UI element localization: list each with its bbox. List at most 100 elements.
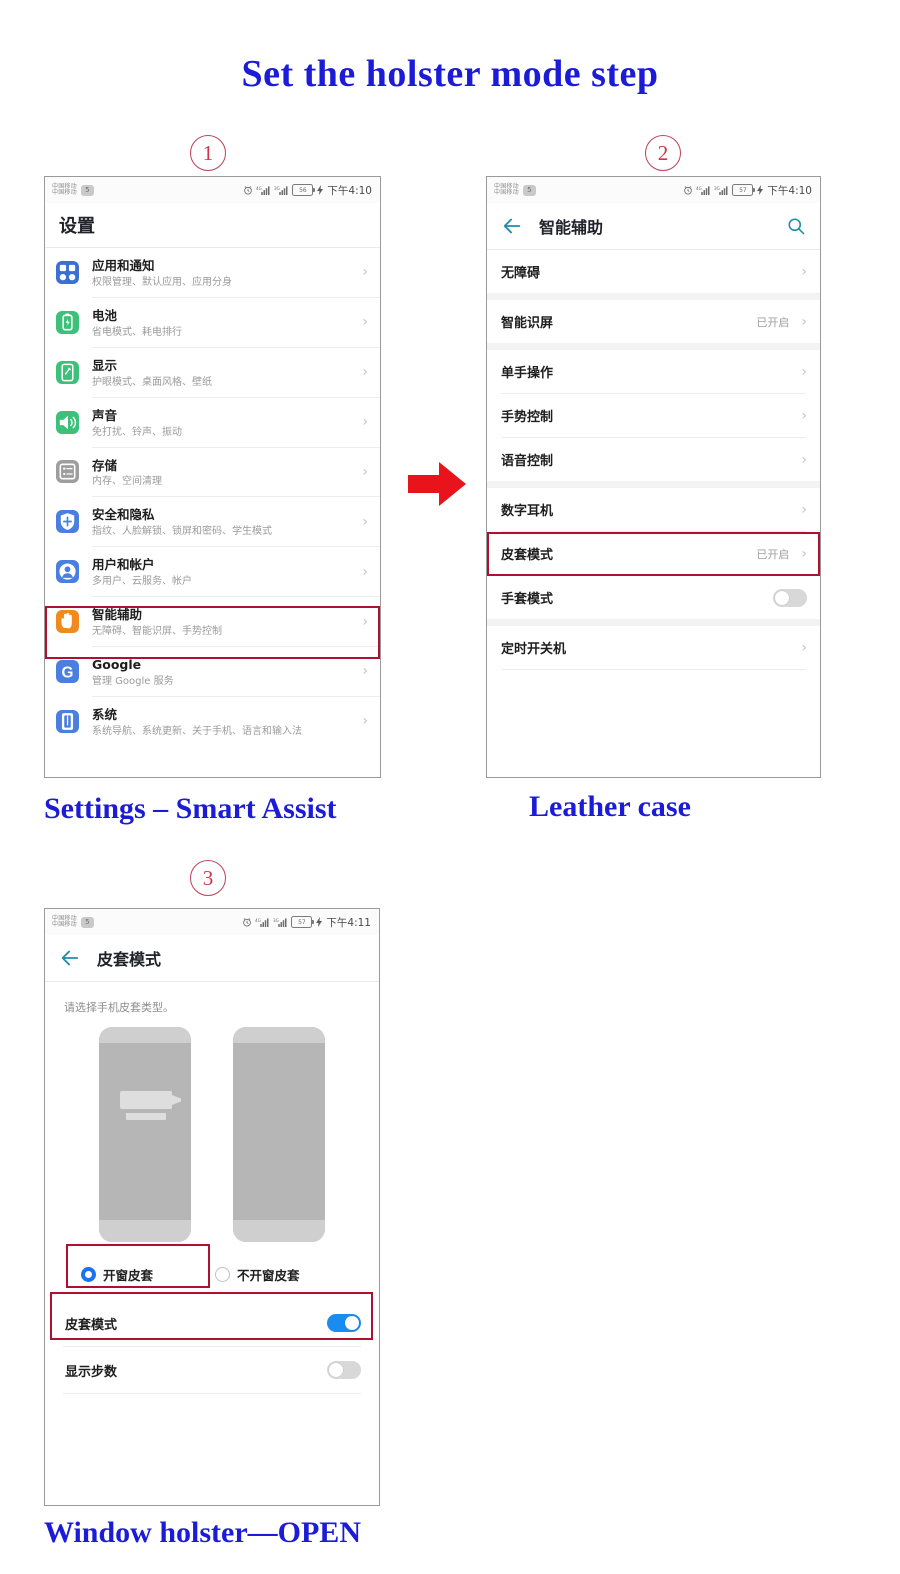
app-bar: 皮套模式 [45,935,379,981]
group-gap [487,619,820,626]
smart-assist-row[interactable]: 定时开关机 › [487,626,820,669]
row-label: 智能识屏 [501,316,554,331]
phone-with-window-illustration[interactable] [99,1027,191,1242]
radio-dot-unselected[interactable] [215,1267,231,1282]
caption-step-2: Leather case [529,790,691,823]
row-label: 单手操作 [501,366,554,381]
chevron-right-icon: › [362,364,368,381]
signal-icon-sim2: 3G [714,185,728,195]
row-value: 已开启 [756,315,790,329]
toggle-show-steps[interactable] [327,1361,361,1379]
mock-bottom-bar [99,1220,191,1242]
smart-assist-list: 无障碍 › 智能识屏 已开启 › 单手操作 › 手势控制 › 语音控制 › 数字耳机 › 皮套模式 已开启 ›… [487,250,820,670]
chevron-right-icon: › [362,563,368,580]
mock-bottom-bar [233,1220,325,1242]
settings-row[interactable]: G Google 管理 Google 服务 › [45,647,380,696]
phone-plain-illustration[interactable] [233,1027,325,1242]
settings-row-subtitle: 管理 Google 服务 [92,675,174,687]
app-title: 设置 [59,216,95,237]
app-title: 皮套模式 [97,950,162,969]
status-bar: 中国移动 中国移动 5 4G 3G 57 下午4:10 [487,177,820,203]
settings-row[interactable]: 安全和隐私 指纹、人脸解锁、锁屏和密码、学生模式 › [45,497,380,546]
settings-row-subtitle: 指纹、人脸解锁、锁屏和密码、学生模式 [92,526,272,538]
alarm-icon [684,186,693,195]
display-icon [61,363,74,382]
sim-badge: 5 [522,184,536,196]
settings-row-title: Google [92,657,142,672]
settings-row[interactable]: 用户和帐户 多用户、云服务、帐户 › [45,547,380,596]
settings-row[interactable]: 声音 免打扰、铃声、振动 › [45,398,380,447]
setting-row-show-steps[interactable]: 显示步数 [45,1347,379,1393]
smart-assist-row[interactable]: 无障碍 › [487,250,820,293]
status-left: 中国移动 中国移动 5 [52,183,94,197]
toggle-knob [775,590,789,605]
smart-assist-row[interactable]: 语音控制 › [487,438,820,481]
settings-row[interactable]: 应用和通知 权限管理、默认应用、应用分身 › [45,248,380,297]
radio-option-no-window-holster[interactable]: 不开窗皮套 [215,1265,300,1284]
status-left: 中国移动 中国移动 5 [494,183,536,197]
phone-screenshot-2: 中国移动 中国移动 5 4G 3G 57 下午4:10 智能辅助 无障碍 › 智能识… [486,176,821,778]
settings-row[interactable]: 存储 内存、空间清理 › [45,448,380,497]
carrier-labels: 中国移动 中国移动 [52,183,77,197]
svg-text:3G: 3G [274,185,280,190]
phone-screenshot-3: 中国移动 中国移动 5 4G 3G 57 下午4:11 皮套模式 请选择手机皮套… [44,908,380,1506]
window-sub-shape [126,1113,166,1120]
row-label: 皮套模式 [501,548,554,563]
app-bar: 设置 [45,203,380,247]
search-icon[interactable] [786,216,806,236]
svg-text:4G: 4G [256,185,262,190]
settings-row-title: 显示 [92,357,118,373]
settings-row-subtitle: 省电模式、耗电排行 [92,326,182,338]
status-right: 4G 3G 56 下午4:10 [243,183,372,198]
signal-icon-sim1: 4G [256,185,270,195]
toggle-holster-mode[interactable] [327,1314,361,1332]
settings-row-title: 系统 [92,706,118,722]
status-left: 中国移动 中国移动 5 [52,915,94,929]
smart-assist-row[interactable]: 数字耳机 › [487,488,820,531]
system-icon [56,709,79,733]
svg-text:4G: 4G [696,185,702,190]
chevron-right-icon: › [362,314,368,331]
step-marker-1: 1 [190,135,226,171]
radio-option-window-holster[interactable]: 开窗皮套 [81,1265,153,1284]
toggle-glove-mode[interactable] [773,588,807,607]
setting-row-holster-mode[interactable]: 皮套模式 [45,1300,379,1346]
settings-row-text: 安全和隐私 指纹、人脸解锁、锁屏和密码、学生模式 [92,504,356,539]
alarm-icon [243,918,252,927]
google-icon: G [56,659,79,683]
toggle-knob [345,1316,359,1330]
google-icon: G [62,664,74,681]
row-label: 手套模式 [501,592,554,607]
back-arrow-icon[interactable] [59,947,81,969]
carrier-2: 中国移动 [52,189,77,196]
storage-icon [56,460,79,484]
row-label: 数字耳机 [501,504,554,519]
hand-icon [56,610,79,634]
settings-row-subtitle: 护眼模式、桌面风格、壁纸 [92,376,212,388]
chevron-right-icon: › [362,463,368,480]
smart-assist-row[interactable]: 智能识屏 已开启 › [487,300,820,343]
settings-row[interactable]: 系统 系统导航、系统更新、关于手机、语言和输入法 › [45,697,380,746]
settings-row[interactable]: 显示护眼模式、桌面风格、壁纸 › [45,348,380,397]
carrier-2: 中国移动 [494,189,519,196]
storage-icon [59,463,76,480]
settings-row-text: 显示护眼模式、桌面风格、壁纸 [92,355,356,390]
settings-row-text: 应用和通知 权限管理、默认应用、应用分身 [92,255,356,290]
settings-row-text: 声音 免打扰、铃声、振动 [92,405,356,440]
row-divider [63,1393,361,1394]
settings-row-text: 电池 省电模式、耗电排行 [92,305,356,340]
settings-row-subtitle: 内存、空间清理 [92,476,162,488]
smart-assist-row[interactable]: 手势控制 › [487,394,820,437]
settings-row[interactable]: 智能辅助 无障碍、智能识屏、手势控制 › [45,597,380,646]
settings-row-subtitle: 免打扰、铃声、振动 [92,426,182,438]
smart-assist-row[interactable]: 手套模式 [487,576,820,619]
red-right-arrow-icon [408,462,466,506]
back-arrow-icon[interactable] [501,215,523,237]
radio-label: 开窗皮套 [103,1268,154,1283]
app-bar: 智能辅助 [487,203,820,249]
radio-dot-selected[interactable] [81,1267,96,1282]
settings-row[interactable]: 电池 省电模式、耗电排行 › [45,298,380,347]
smart-assist-row[interactable]: 皮套模式 已开启 › [487,532,820,575]
smart-assist-row[interactable]: 单手操作 › [487,350,820,393]
settings-row-title: 用户和帐户 [92,557,155,573]
